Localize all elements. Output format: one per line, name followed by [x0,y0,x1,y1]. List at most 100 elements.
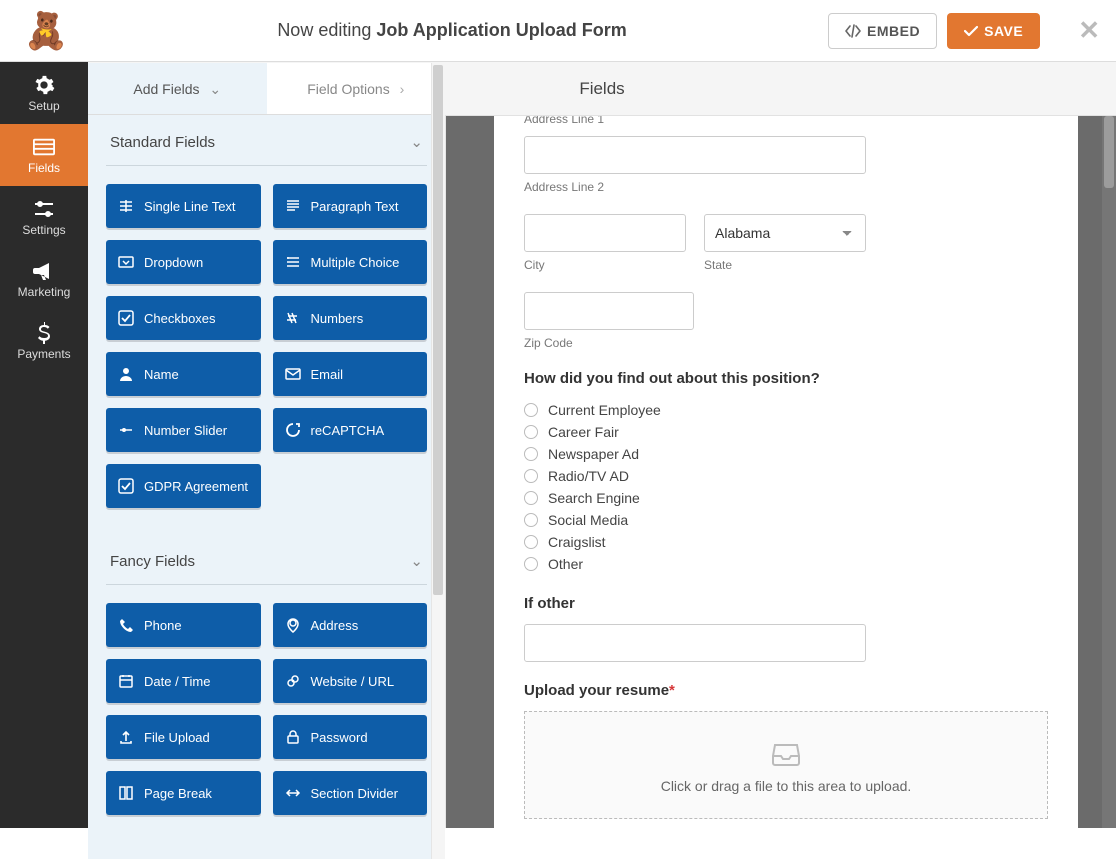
dollar-icon [33,322,55,344]
radio-icon [524,557,538,571]
field-section-divider[interactable]: Section Divider [273,771,428,815]
field-multiple-choice[interactable]: Multiple Choice [273,240,428,284]
field-address[interactable]: Address [273,603,428,647]
select-state[interactable]: Alabama [704,214,866,252]
radio-icon [524,535,538,549]
field-email[interactable]: Email [273,352,428,396]
label-address-line-2: Address Line 2 [524,180,1048,194]
name-icon [118,366,134,382]
bullhorn-icon [33,260,55,282]
phone-icon [118,617,134,633]
field-single-line-text[interactable]: Single Line Text [106,184,261,228]
tab-field-options[interactable]: Field Options › [267,63,446,114]
multiple-choice-icon [285,254,301,270]
field-numbers[interactable]: Numbers [273,296,428,340]
field-label: Name [144,367,179,382]
recaptcha-icon [285,422,301,438]
radio-icon [524,447,538,461]
sidebar-item-setup[interactable]: Setup [0,62,88,124]
field-label: Numbers [311,311,364,326]
field-website-url[interactable]: Website / URL [273,659,428,703]
sidebar-item-label: Setup [28,99,59,113]
radio-option-social-media[interactable]: Social Media [524,509,1048,531]
preview-scrollbar[interactable] [1102,116,1116,828]
field-file-upload[interactable]: File Upload [106,715,261,759]
sidebar: Setup Fields Settings Marketing Payments [0,62,88,828]
chevron-down-icon: ⌄ [410,552,423,570]
code-icon [845,24,861,38]
save-button[interactable]: SAVE [947,13,1040,49]
field-checkboxes[interactable]: Checkboxes [106,296,261,340]
field-paragraph-text[interactable]: Paragraph Text [273,184,428,228]
panel-scrollbar[interactable] [431,63,445,859]
gdpr-agreement-icon [118,478,134,494]
radio-icon [524,425,538,439]
field-name[interactable]: Name [106,352,261,396]
field-label: reCAPTCHA [311,423,385,438]
radio-option-career-fair[interactable]: Career Fair [524,421,1048,443]
close-icon[interactable]: ✕ [1078,15,1100,46]
upload-resume-dropzone[interactable]: Click or drag a file to this area to upl… [524,711,1048,819]
password-icon [285,729,301,745]
tab-add-fields[interactable]: Add Fields ⌄ [88,63,267,114]
page-break-icon [118,785,134,801]
input-address-line-2[interactable] [524,136,866,174]
field-label: Multiple Choice [311,255,400,270]
radio-option-other[interactable]: Other [524,553,1048,575]
field-date-time[interactable]: Date / Time [106,659,261,703]
sidebar-item-payments[interactable]: Payments [0,310,88,372]
label-address-line-1: Address Line 1 [524,116,1048,126]
save-label: SAVE [984,23,1023,39]
input-if-other[interactable] [524,624,866,662]
radio-label: Newspaper Ad [548,446,639,462]
radio-icon [524,513,538,527]
radio-option-current-employee[interactable]: Current Employee [524,399,1048,421]
label-upload-resume: Upload your resume* [524,682,1048,699]
website-url-icon [285,673,301,689]
field-label: GDPR Agreement [144,479,248,494]
numbers-icon [285,310,301,326]
input-city[interactable] [524,214,686,252]
sidebar-item-settings[interactable]: Settings [0,186,88,248]
chevron-right-icon: › [400,81,405,97]
field-label: Number Slider [144,423,227,438]
section-label: Fancy Fields [110,553,195,570]
sidebar-item-marketing[interactable]: Marketing [0,248,88,310]
field-recaptcha[interactable]: reCAPTCHA [273,408,428,452]
embed-label: EMBED [867,23,920,39]
radio-icon [524,491,538,505]
label-state: State [704,258,866,272]
section-standard-fields[interactable]: Standard Fields ⌄ [106,115,427,166]
field-gdpr-agreement[interactable]: GDPR Agreement [106,464,261,508]
field-page-break[interactable]: Page Break [106,771,261,815]
radio-option-radio-tv-ad[interactable]: Radio/TV AD [524,465,1048,487]
section-divider-icon [285,785,301,801]
paragraph-text-icon [285,198,301,214]
gear-icon [33,74,55,96]
field-dropdown[interactable]: Dropdown [106,240,261,284]
radio-label: Craigslist [548,534,606,550]
embed-button[interactable]: EMBED [828,13,937,49]
number-slider-icon [118,422,134,438]
field-label: Section Divider [311,786,398,801]
section-fancy-fields[interactable]: Fancy Fields ⌄ [106,534,427,585]
sidebar-item-fields[interactable]: Fields [0,124,88,186]
check-icon [964,25,978,37]
field-label: Page Break [144,786,212,801]
field-label: Dropdown [144,255,203,270]
tab-label: Add Fields [133,81,199,97]
radio-label: Current Employee [548,402,661,418]
field-phone[interactable]: Phone [106,603,261,647]
email-icon [285,366,301,382]
radio-label: Social Media [548,512,628,528]
field-number-slider[interactable]: Number Slider [106,408,261,452]
app-logo: 🧸 [16,6,76,56]
sidebar-item-label: Fields [28,161,60,175]
required-asterisk: * [669,682,675,699]
radio-option-craigslist[interactable]: Craigslist [524,531,1048,553]
radio-option-newspaper-ad[interactable]: Newspaper Ad [524,443,1048,465]
field-password[interactable]: Password [273,715,428,759]
radio-option-search-engine[interactable]: Search Engine [524,487,1048,509]
input-zip[interactable] [524,292,694,330]
label-city: City [524,258,686,272]
